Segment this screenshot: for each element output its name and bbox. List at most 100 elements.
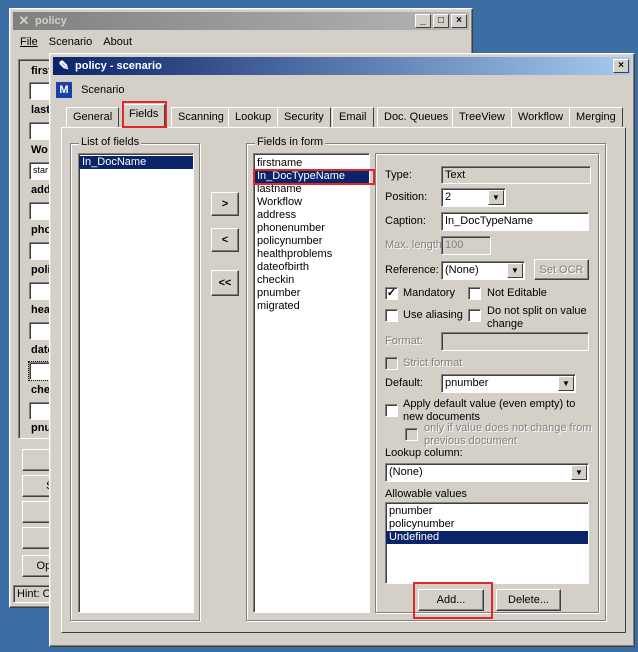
menu-file[interactable]: File: [20, 36, 38, 48]
mandatory-label: Mandatory: [403, 287, 455, 299]
strict-format-label: Strict format: [403, 357, 463, 369]
move-left-button[interactable]: <: [211, 228, 239, 252]
apply-default-checkbox[interactable]: [385, 404, 398, 417]
use-aliasing-checkbox[interactable]: [385, 309, 398, 322]
use-aliasing-label: Use aliasing: [403, 309, 463, 321]
mandatory-checkbox[interactable]: ✓: [385, 287, 398, 300]
dialog-titlebar[interactable]: ✎ policy - scenario ×: [53, 57, 631, 75]
strict-format-checkbox[interactable]: [385, 357, 398, 370]
format-label: Format:: [385, 335, 423, 347]
add-button[interactable]: Add...: [418, 589, 484, 611]
app-icon: ✎: [58, 58, 70, 73]
lookup-column-value: (None): [389, 466, 423, 478]
caption-input[interactable]: In_DocTypeName: [441, 212, 589, 231]
field-label: che: [31, 384, 50, 396]
close-icon[interactable]: ×: [451, 14, 467, 28]
close-icon[interactable]: ×: [613, 59, 629, 73]
do-not-split-checkbox[interactable]: [468, 309, 481, 322]
chevron-down-icon[interactable]: ▼: [507, 263, 523, 278]
field-label: Wo: [31, 144, 48, 156]
list-of-fields-listbox[interactable]: In_DocName: [78, 153, 194, 613]
reference-select[interactable]: (None) ▼: [441, 261, 525, 280]
tab-security[interactable]: Security: [277, 107, 331, 127]
lookup-column-label: Lookup column:: [385, 447, 463, 459]
list-item[interactable]: pnumber: [254, 287, 369, 300]
tab-lookup[interactable]: Lookup: [228, 107, 279, 127]
caption-value: In_DocTypeName: [445, 215, 534, 227]
tab-treeview[interactable]: TreeView: [452, 107, 512, 127]
tab-scanning[interactable]: Scanning: [171, 107, 231, 127]
back-window-titlebar[interactable]: ✕ policy _ □ ×: [13, 12, 469, 30]
field-label: last: [31, 104, 50, 116]
position-select[interactable]: 2 ▼: [441, 188, 506, 207]
hint-text: Hint: O: [17, 588, 52, 600]
wo-value: star: [33, 165, 49, 175]
tab-workflow[interactable]: Workflow: [511, 107, 571, 127]
reference-value: (None): [445, 264, 479, 276]
default-label: Default:: [385, 377, 423, 389]
maximize-icon[interactable]: □: [433, 14, 449, 28]
default-value: pnumber: [445, 377, 489, 389]
list-item[interactable]: lastname: [254, 183, 369, 196]
type-field: Text: [441, 166, 591, 184]
tab-doc-queues[interactable]: Doc. Queues: [377, 107, 456, 127]
tab-fields[interactable]: Fields: [122, 104, 166, 128]
fields-in-form-listbox[interactable]: firstname In_DocTypeName lastname Workflow a…: [253, 153, 370, 613]
max-length-label: Max. length:: [385, 239, 445, 251]
list-item[interactable]: phonenumber: [254, 222, 369, 235]
chevron-down-icon[interactable]: ▼: [558, 376, 574, 391]
list-of-fields-label: List of fields: [79, 136, 142, 148]
scenario-icon: M: [56, 82, 72, 99]
list-item[interactable]: policynumber: [386, 518, 588, 531]
not-editable-checkbox[interactable]: [468, 287, 481, 300]
list-item[interactable]: Undefined: [386, 531, 588, 544]
app-icon: ✕: [18, 13, 30, 28]
field-label: add: [31, 184, 51, 196]
list-item[interactable]: pnumber: [386, 505, 588, 518]
type-label: Type:: [385, 169, 412, 181]
tab-email[interactable]: Email: [332, 107, 374, 127]
list-item[interactable]: healthproblems: [254, 248, 369, 261]
max-length-value: 100: [445, 239, 464, 251]
list-item[interactable]: address: [254, 209, 369, 222]
minimize-icon[interactable]: _: [415, 14, 431, 28]
toolbar-label: Scenario: [81, 84, 125, 97]
allowable-values-listbox[interactable]: pnumber policynumber Undefined: [385, 502, 589, 584]
list-item[interactable]: Workflow: [254, 196, 369, 209]
tab-merging[interactable]: Merging: [569, 107, 623, 127]
list-item[interactable]: In_DocName: [79, 156, 193, 169]
default-select[interactable]: pnumber ▼: [441, 374, 576, 393]
apply-default-label: Apply default value (even empty) to new …: [403, 398, 576, 423]
menu-bar: File Scenario About: [14, 33, 132, 51]
fields-in-form-label: Fields in form: [255, 136, 326, 148]
menu-about[interactable]: About: [103, 36, 132, 48]
delete-button[interactable]: Delete...: [496, 589, 561, 611]
caption-label: Caption:: [385, 215, 426, 227]
format-input[interactable]: [441, 332, 589, 351]
lookup-column-select[interactable]: (None) ▼: [385, 463, 589, 482]
do-not-split-label: Do not split on value change: [487, 305, 587, 330]
list-item[interactable]: firstname: [254, 157, 369, 170]
allowable-values-label: Allowable values: [385, 488, 467, 500]
dialog-toolbar: M Scenario: [56, 80, 124, 100]
list-item[interactable]: In_DocTypeName: [254, 170, 369, 183]
field-label: poli: [31, 264, 51, 276]
list-item[interactable]: checkin: [254, 274, 369, 287]
max-length-input[interactable]: 100: [441, 236, 491, 255]
list-item[interactable]: dateofbirth: [254, 261, 369, 274]
field-label: hea: [31, 304, 50, 316]
list-item[interactable]: policynumber: [254, 235, 369, 248]
position-value: 2: [445, 191, 452, 203]
type-value: Text: [445, 169, 466, 181]
chevron-down-icon[interactable]: ▼: [571, 465, 587, 480]
move-all-left-button[interactable]: <<: [211, 270, 239, 296]
menu-scenario[interactable]: Scenario: [49, 36, 92, 48]
move-right-button[interactable]: >: [211, 192, 239, 216]
chevron-down-icon[interactable]: ▼: [488, 190, 504, 205]
only-if-checkbox[interactable]: [405, 428, 418, 441]
tab-general[interactable]: General: [66, 107, 120, 127]
only-if-label: only if value does not change from previ…: [424, 422, 592, 447]
set-ocr-button[interactable]: Set OCR: [534, 259, 589, 280]
list-item[interactable]: migrated: [254, 300, 369, 313]
not-editable-label: Not Editable: [487, 287, 547, 299]
